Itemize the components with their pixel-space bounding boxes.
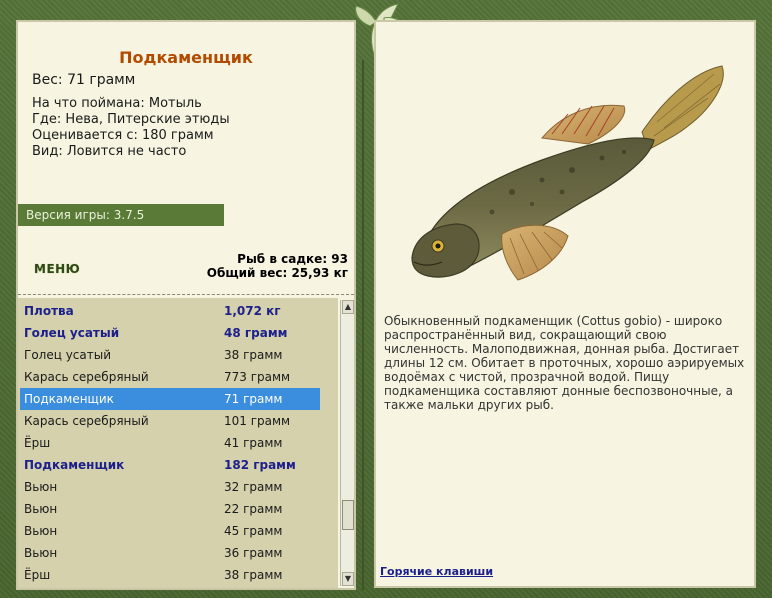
fish-row-weight: 38 грамм (224, 568, 283, 582)
fish-row-name: Карась серебряный (24, 414, 149, 428)
fish-info-panel: Обыкновенный подкаменщик (Cottus gobio) … (374, 20, 756, 588)
fish-row-weight: 38 грамм (224, 348, 283, 362)
fish-row-name: Вьюн (24, 480, 58, 494)
fish-row-name: Голец усатый (24, 326, 120, 340)
fish-row-name: Подкаменщик (24, 458, 125, 472)
keepnet-total-weight: Общий вес: 25,93 кг (206, 266, 348, 280)
scroll-down-arrow-icon[interactable]: ▼ (342, 572, 354, 586)
fish-row-weight: 48 грамм (224, 326, 288, 340)
fish-row-name: Подкаменщик (24, 392, 114, 406)
scroll-thumb[interactable] (342, 500, 354, 530)
fish-list-row[interactable]: Голец усатый 48 грамм (20, 322, 320, 344)
fish-list-row[interactable]: Карась серебряный 101 грамм (20, 410, 320, 432)
fish-list-row[interactable]: Ёрш 38 грамм (20, 564, 320, 586)
version-bar: Версия игры: 3.7.5 (18, 204, 224, 226)
fish-row-name: Вьюн (24, 502, 58, 516)
keepnet-summary: Рыб в садке: 93 Общий вес: 25,93 кг (207, 252, 348, 280)
keepnet-count: Рыб в садке: 93 (237, 252, 348, 266)
place-line: Где: Нева, Питерские этюды (32, 112, 230, 127)
fish-list-row[interactable]: Вьюн 32 грамм (20, 476, 320, 498)
fish-list-row[interactable]: Карась серебряный 773 грамм (20, 366, 320, 388)
fish-row-weight: 101 грамм (224, 414, 291, 428)
fish-row-weight: 71 грамм (224, 392, 283, 406)
fish-list-row[interactable]: Вьюн 45 грамм (20, 520, 320, 542)
list-scrollbar[interactable]: ▲ ▼ (340, 300, 354, 586)
fish-row-name: Вьюн (24, 524, 58, 538)
fish-list-row[interactable]: Вьюн 22 грамм (20, 498, 320, 520)
fish-description: Обыкновенный подкаменщик (Cottus gobio) … (384, 314, 745, 412)
rated-line: Оценивается с: 180 грамм (32, 128, 214, 143)
scroll-up-arrow-icon[interactable]: ▲ (342, 300, 354, 314)
fish-row-name: Вьюн (24, 546, 58, 560)
fish-row-name: Ёрш (24, 568, 51, 582)
panel-divider (362, 60, 364, 590)
fish-list-row[interactable]: Подкаменщик 71 грамм (20, 388, 320, 410)
hotkeys-link[interactable]: Горячие клавиши (380, 565, 493, 578)
separator (18, 294, 354, 295)
bait-line: На что поймана: Мотыль (32, 96, 202, 111)
fish-list-row[interactable]: Ёрш 41 грамм (20, 432, 320, 454)
fish-row-name: Ёрш (24, 436, 51, 450)
fish-list-row[interactable]: Плотва 1,072 кг (20, 300, 320, 322)
catch-info: На что поймана: Мотыль Где: Нева, Питерс… (32, 96, 230, 160)
menu-button[interactable]: МЕНЮ (34, 262, 80, 276)
fish-row-weight: 22 грамм (224, 502, 283, 516)
fish-row-weight: 41 грамм (224, 436, 283, 450)
fish-row-name: Карась серебряный (24, 370, 149, 384)
catch-panel: Подкаменщик Вес: 71 грамм На что поймана… (16, 20, 356, 590)
fish-weight: Вес: 71 грамм (32, 72, 136, 88)
kind-line: Вид: Ловится не часто (32, 144, 187, 159)
fish-row-weight: 182 грамм (224, 458, 296, 472)
fish-list-row[interactable]: Голец усатый 38 грамм (20, 344, 320, 366)
fish-row-weight: 32 грамм (224, 480, 283, 494)
fish-row-weight: 1,072 кг (224, 304, 281, 318)
keepnet-fish-list[interactable]: Плотва 1,072 кг Голец усатый 48 грамм Голец … (18, 298, 338, 588)
fish-list-row[interactable]: Вьюн 36 грамм (20, 542, 320, 564)
fish-row-weight: 773 грамм (224, 370, 291, 384)
fish-row-name: Плотва (24, 304, 74, 318)
fish-title: Подкаменщик (119, 48, 253, 67)
fish-row-name: Голец усатый (24, 348, 112, 362)
sculpin-fish-picture (411, 65, 724, 281)
fish-list-row[interactable]: Подкаменщик 182 грамм (20, 454, 320, 476)
fish-row-weight: 45 грамм (224, 524, 283, 538)
fish-row-weight: 36 грамм (224, 546, 283, 560)
